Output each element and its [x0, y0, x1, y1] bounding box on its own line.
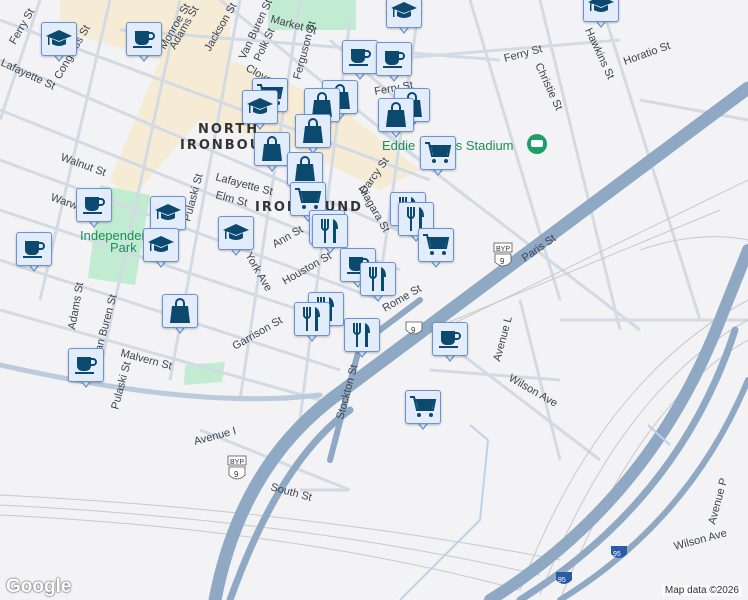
education-icon	[150, 196, 186, 230]
commercial-area	[60, 0, 420, 200]
education-icon	[218, 216, 254, 250]
street-label: Walnut St	[59, 152, 108, 179]
map-marker-shopping[interactable]	[162, 294, 198, 338]
grocery-icon	[418, 228, 454, 262]
shopping-icon	[287, 152, 323, 186]
coffee-icon	[376, 42, 412, 76]
restaurant-icon	[360, 262, 396, 296]
map-marker-education[interactable]	[218, 216, 254, 260]
map-marker-coffee[interactable]	[16, 232, 52, 276]
restaurant-icon	[294, 302, 330, 336]
svg-text:9: 9	[411, 326, 416, 335]
map-marker-education[interactable]	[41, 22, 77, 66]
svg-text:BYP: BYP	[230, 459, 244, 466]
map-marker-shopping[interactable]	[254, 132, 290, 176]
interstate-95-shield-icon: 95	[556, 572, 572, 584]
svg-text:95: 95	[613, 551, 621, 558]
street-label: Avenue I	[193, 425, 238, 448]
education-icon	[386, 0, 422, 28]
coffee-icon	[342, 40, 378, 74]
coffee-icon	[126, 22, 162, 56]
restaurant-icon	[312, 214, 348, 248]
street-label: Garrison St	[231, 314, 285, 352]
street-label: Avenue L	[491, 315, 515, 363]
shopping-icon	[378, 98, 414, 132]
grocery-icon	[405, 390, 441, 424]
education-icon	[583, 0, 619, 22]
route-9-bypass-shield-icon: BYP 9	[493, 242, 513, 267]
street-label: Adams St	[66, 281, 86, 330]
map-marker-education[interactable]	[386, 0, 422, 38]
route-9-bypass-shield-icon: BYP 9	[227, 455, 247, 480]
street-label: Elm St	[214, 189, 248, 209]
map-marker-coffee[interactable]	[76, 188, 112, 232]
map-marker-shopping[interactable]	[378, 98, 414, 142]
restaurant-icon	[344, 318, 380, 352]
map-marker-education[interactable]	[242, 90, 278, 134]
map-marker-grocery[interactable]	[418, 228, 454, 272]
shopping-icon	[162, 294, 198, 328]
stadium-pin-icon[interactable]	[527, 134, 547, 154]
svg-text:9: 9	[500, 257, 505, 266]
map-marker-coffee[interactable]	[376, 42, 412, 86]
grocery-icon	[420, 136, 456, 170]
map-marker-coffee[interactable]	[342, 40, 378, 84]
coffee-icon	[432, 322, 468, 356]
svg-text:BYP: BYP	[496, 246, 510, 253]
coffee-icon	[76, 188, 112, 222]
park-label: Park	[110, 240, 137, 255]
street-label: Ferry St	[503, 43, 544, 65]
education-icon	[242, 90, 278, 124]
map-marker-education[interactable]	[143, 228, 179, 272]
map-marker-coffee[interactable]	[432, 322, 468, 366]
street-label: Horatio St	[622, 40, 672, 68]
map-marker-restaurant[interactable]	[344, 318, 380, 362]
street-label: Ann St	[271, 224, 306, 251]
google-logo[interactable]: Google	[6, 576, 71, 598]
education-icon	[143, 228, 179, 262]
map-marker-grocery[interactable]	[420, 136, 456, 180]
svg-text:95: 95	[558, 577, 566, 584]
coffee-icon	[16, 232, 52, 266]
street-label: Wilson Ave	[673, 527, 728, 553]
education-icon	[41, 22, 77, 56]
svg-text:9: 9	[234, 470, 239, 479]
map-marker-restaurant[interactable]	[360, 262, 396, 306]
shopping-icon	[254, 132, 290, 166]
map-marker-restaurant[interactable]	[294, 302, 330, 346]
shopping-icon	[295, 114, 331, 148]
coffee-icon	[68, 348, 104, 382]
map-marker-coffee[interactable]	[126, 22, 162, 66]
map-marker-coffee[interactable]	[68, 348, 104, 392]
map-marker-education[interactable]	[583, 0, 619, 32]
green-area	[184, 362, 225, 385]
street-label: Avenue P	[706, 477, 730, 526]
map-attribution[interactable]: Map data ©2026	[661, 585, 742, 596]
map-marker-grocery[interactable]	[405, 390, 441, 434]
